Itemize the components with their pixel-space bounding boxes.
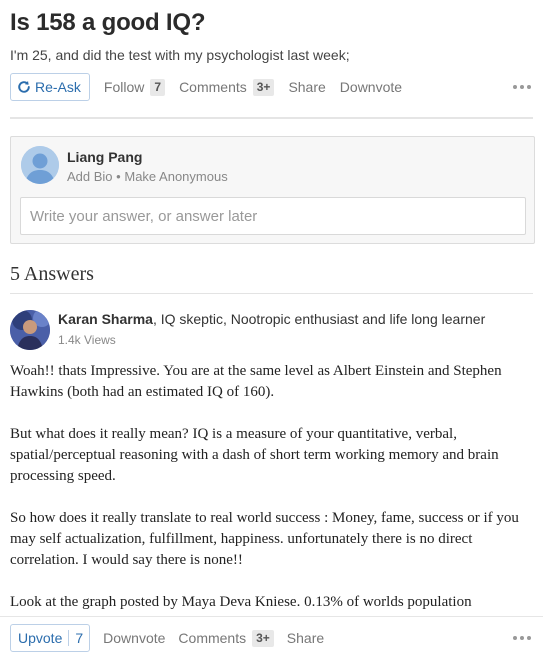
- answer-comments-button[interactable]: Comments 3+: [178, 629, 274, 647]
- comments-label: Comments: [179, 79, 247, 95]
- bullet-separator: •: [116, 169, 121, 184]
- answer-action-bar: Upvote 7 Downvote Comments 3+ Share: [0, 616, 543, 659]
- downvote-button[interactable]: Downvote: [340, 79, 402, 95]
- answer-views: 1.4k Views: [58, 333, 116, 347]
- upvote-label: Upvote: [18, 630, 63, 646]
- answer-comments-count-badge: 3+: [252, 629, 274, 647]
- composer-user-name[interactable]: Liang Pang: [67, 149, 142, 165]
- follow-count-badge: 7: [150, 78, 166, 96]
- upvote-button[interactable]: Upvote 7: [10, 624, 91, 652]
- author-credential: , IQ skeptic, Nootropic enthusiast and l…: [152, 311, 486, 327]
- reask-label: Re-Ask: [35, 79, 81, 95]
- more-options-icon[interactable]: [513, 636, 531, 640]
- answers-count-heading: 5 Answers: [10, 263, 94, 285]
- comments-count-badge: 3+: [252, 78, 275, 96]
- answer-composer: Liang Pang Add Bio • Make Anonymous: [10, 136, 535, 244]
- author-avatar[interactable]: [10, 310, 50, 350]
- make-anonymous-link[interactable]: Make Anonymous: [124, 169, 227, 184]
- more-options-icon[interactable]: [513, 85, 531, 89]
- upvote-separator: [68, 630, 70, 646]
- follow-button[interactable]: Follow 7: [103, 78, 166, 96]
- answer-paragraph: Woah!! thats Impressive. You are at the …: [10, 363, 502, 400]
- question-title: Is 158 a good IQ?: [10, 9, 206, 36]
- answer-paragraph: Look at the graph posted by Maya Deva Kn…: [10, 594, 472, 610]
- share-button[interactable]: Share: [288, 79, 325, 95]
- question-detail: I'm 25, and did the test with my psychol…: [10, 47, 350, 63]
- comments-button[interactable]: Comments 3+: [179, 78, 275, 96]
- add-bio-link[interactable]: Add Bio: [67, 169, 113, 184]
- answer-share-button[interactable]: Share: [287, 630, 324, 646]
- author-byline: Karan Sharma, IQ skeptic, Nootropic enth…: [58, 311, 485, 327]
- follow-label: Follow: [103, 79, 145, 95]
- composer-bio-links: Add Bio • Make Anonymous: [67, 169, 228, 184]
- reask-button[interactable]: Re-Ask: [10, 73, 90, 101]
- author-name[interactable]: Karan Sharma: [58, 311, 153, 327]
- default-user-avatar-icon[interactable]: [21, 146, 59, 184]
- refresh-icon: [18, 81, 30, 93]
- answers-divider: [10, 293, 533, 294]
- answer-paragraph: So how does it really translate to real …: [10, 510, 519, 568]
- answer-comments-label: Comments: [178, 630, 247, 646]
- question-action-bar: Re-Ask Follow 7 Comments 3+ Share Downvo…: [10, 73, 533, 101]
- answer-paragraph: But what does it really mean? IQ is a me…: [10, 426, 499, 484]
- answer-downvote-button[interactable]: Downvote: [103, 630, 165, 646]
- upvote-count: 7: [75, 630, 84, 646]
- answer-body: Woah!! thats Impressive. You are at the …: [10, 361, 530, 611]
- section-divider: [10, 117, 533, 119]
- answer-input[interactable]: [20, 197, 526, 235]
